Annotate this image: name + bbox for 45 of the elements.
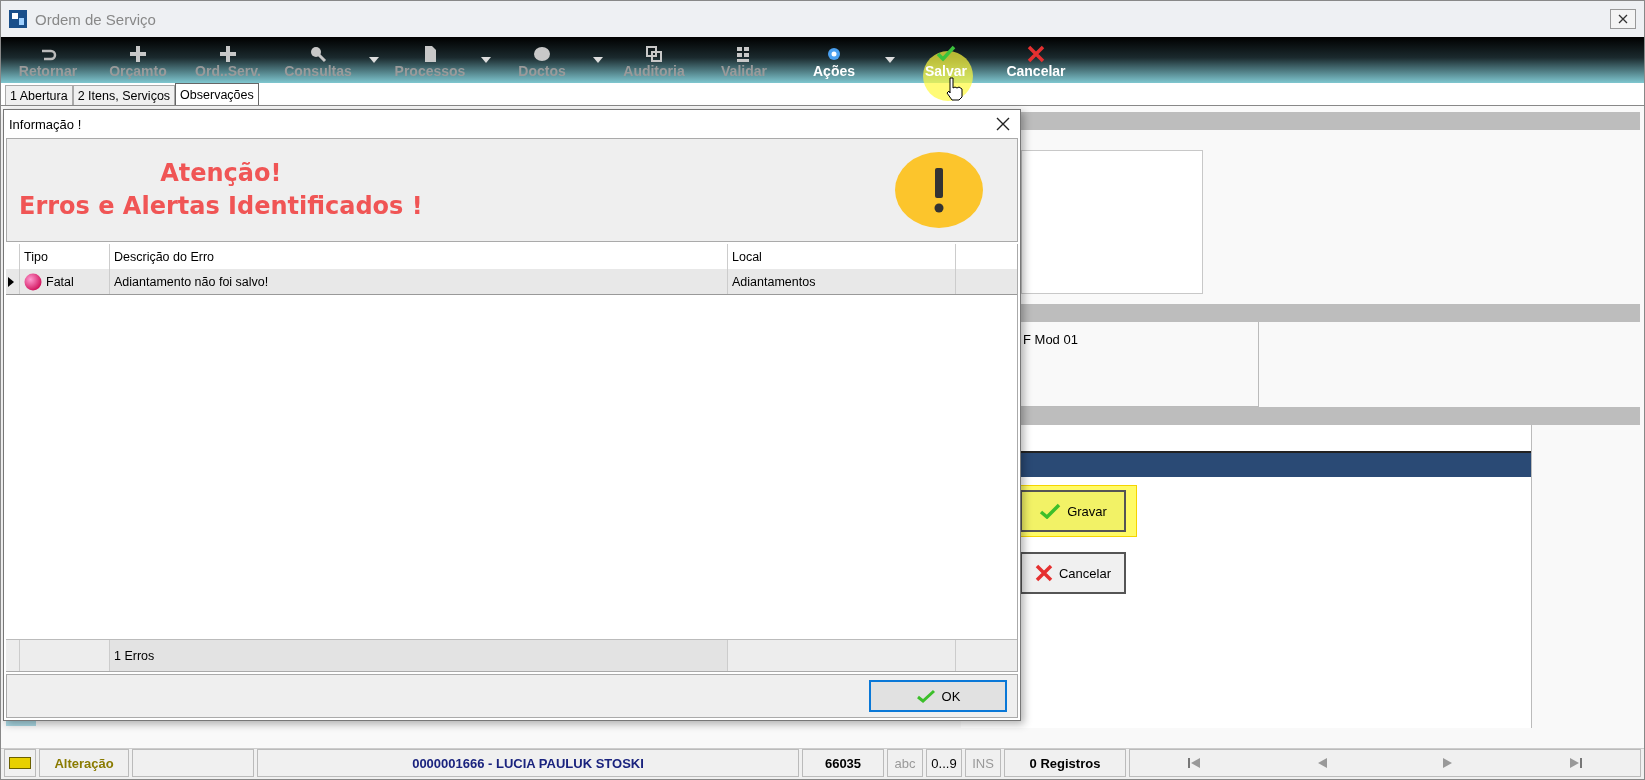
- row-pointer-icon: [8, 276, 14, 287]
- app-icon: [9, 10, 27, 28]
- table-footer-cell: 1 Erros: [110, 640, 728, 671]
- tab[interactable]: 1 Abertura: [5, 85, 73, 105]
- search-icon: [308, 45, 328, 63]
- close-icon: [1618, 14, 1628, 24]
- status-record: 0000001666 - LUCIA PAULUK STOSKI: [257, 749, 799, 777]
- window-title: Ordem de Serviço: [35, 10, 157, 28]
- close-icon[interactable]: [996, 117, 1010, 131]
- dropdown-arrow-icon[interactable]: [885, 57, 895, 63]
- status-code: 66035: [802, 749, 884, 777]
- status-count: 0 Registros: [1004, 749, 1126, 777]
- toolbar-button[interactable]: Cancelar: [991, 45, 1081, 79]
- table-cell: Adiantamento não foi salvo!: [110, 269, 728, 294]
- first-record-icon[interactable]: [1188, 758, 1201, 768]
- error-ball-icon: [24, 272, 42, 291]
- dialog-title: Informação !: [9, 116, 82, 132]
- field-text: F Mod 01: [1023, 332, 1078, 347]
- status-indicator: 0...9: [926, 749, 962, 777]
- table-row[interactable]: Fatal Adiantamento não foi salvo! Adiantamentos: [6, 269, 1017, 295]
- table-cell: Fatal: [46, 274, 74, 289]
- close-button[interactable]: [1610, 9, 1636, 29]
- plus-icon: [218, 45, 238, 63]
- checkmark-icon: [936, 45, 956, 63]
- shape-icon: [532, 45, 552, 63]
- status-mode: Alteração: [39, 749, 129, 777]
- last-record-icon[interactable]: [1569, 758, 1582, 768]
- plus-icon: [128, 45, 148, 63]
- copy-icon: [644, 45, 664, 63]
- toolbar-button[interactable]: Ações: [789, 45, 879, 79]
- warning-icon: [895, 152, 983, 228]
- cross-icon: [1035, 564, 1053, 582]
- cancel-button[interactable]: Cancelar: [1020, 552, 1126, 594]
- ok-button[interactable]: OK: [869, 680, 1007, 712]
- alert-heading: Erros e Alertas Identificados !: [19, 191, 423, 222]
- tab[interactable]: 2 Itens, Serviços: [72, 85, 176, 105]
- checkmark-icon: [915, 689, 936, 703]
- checkmark-icon: [1039, 503, 1062, 519]
- alert-heading: Atenção!: [160, 158, 282, 189]
- cross-icon: [1026, 45, 1046, 63]
- save-button[interactable]: Gravar: [1020, 490, 1126, 532]
- status-indicator: abc: [887, 749, 923, 777]
- tab[interactable]: Observações: [175, 83, 259, 105]
- table-cell: Adiantamentos: [728, 269, 956, 294]
- status-indicator: INS: [965, 749, 1001, 777]
